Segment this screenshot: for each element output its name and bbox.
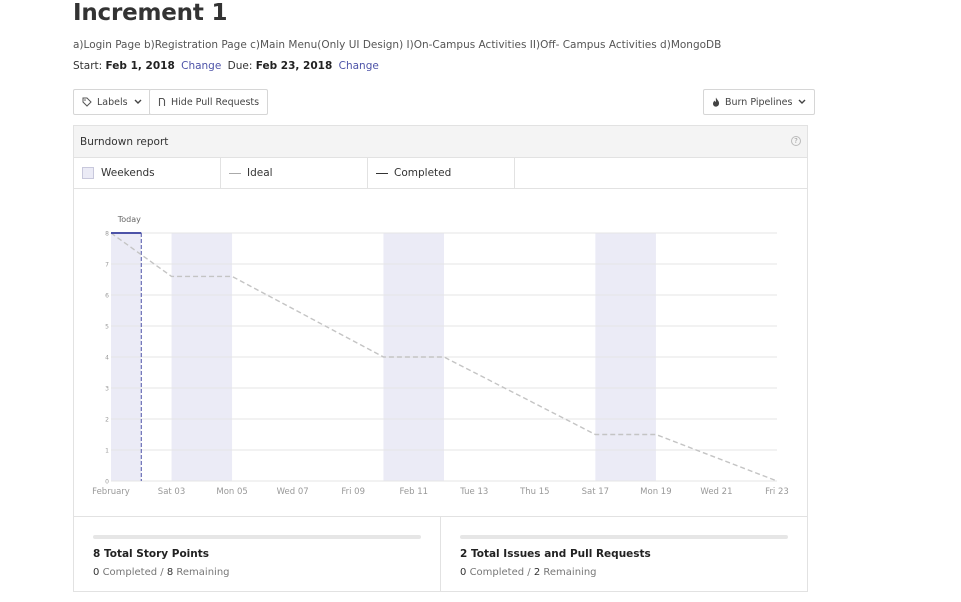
story-points-completed: 0 — [93, 567, 100, 578]
y-tick-label: 3 — [105, 386, 109, 393]
x-tick-label: Feb 11 — [399, 487, 428, 497]
summary-stats: 8 Total Story Points 0 Completed / 8 Rem… — [74, 516, 807, 591]
burndown-chart-svg: 0 1 2 3 4 5 6 7 8 February Sat 03 Mon 05 Wed 07 Fri 0… — [92, 215, 789, 497]
labels-button[interactable]: Labels — [73, 89, 151, 115]
x-tick-label: Thu 15 — [519, 487, 549, 497]
y-tick-label: 6 — [105, 293, 109, 300]
y-tick-label: 8 — [105, 231, 109, 238]
x-tick-label: Sat 03 — [158, 487, 185, 497]
issues-completed: 0 — [460, 567, 467, 578]
milestone-dates: Start: Feb 1, 2018 Change Due: Feb 23, 2… — [73, 60, 382, 72]
issues-remaining: 2 — [533, 567, 541, 578]
y-tick-label: 5 — [105, 324, 109, 331]
x-tick-label: Wed 07 — [277, 487, 309, 497]
start-label: Start: — [73, 60, 103, 72]
x-tick-label: Mon 05 — [216, 487, 247, 497]
tag-icon — [82, 97, 92, 107]
burndown-report: Burndown report ? Weekends Ideal Complet… — [73, 125, 808, 592]
report-header: Burndown report ? — [74, 126, 807, 158]
y-tick-label: 4 — [105, 355, 109, 362]
x-tick-label: Mon 19 — [640, 487, 671, 497]
y-tick-label: 0 — [105, 479, 109, 486]
x-tick-label: Sat 17 — [582, 487, 609, 497]
x-tick-label: Fri 23 — [765, 487, 789, 497]
hide-pull-requests-button[interactable]: Hide Pull Requests — [149, 89, 269, 115]
burn-pipelines-button[interactable]: Burn Pipelines — [703, 89, 816, 115]
due-date: Feb 23, 2018 — [255, 60, 333, 72]
story-points-stat: 8 Total Story Points 0 Completed / 8 Rem… — [74, 517, 440, 591]
legend-completed[interactable]: Completed — [368, 158, 515, 188]
hide-pull-requests-label: Hide Pull Requests — [171, 96, 260, 108]
x-tick-label: February — [92, 487, 130, 497]
weekend-swatch-icon — [82, 167, 94, 179]
due-label: Due: — [227, 60, 253, 72]
chart-legend: Weekends Ideal Completed — [74, 158, 807, 189]
story-points-breakdown: 0 Completed / 8 Remaining — [93, 567, 230, 578]
story-points-progress — [93, 535, 421, 539]
legend-weekends[interactable]: Weekends — [74, 158, 221, 188]
x-tick-label: Wed 21 — [700, 487, 732, 497]
legend-weekends-label: Weekends — [101, 167, 155, 179]
x-tick-label: Fri 09 — [341, 487, 365, 497]
y-tick-label: 2 — [105, 417, 109, 424]
burn-pipelines-label: Burn Pipelines — [725, 96, 793, 108]
story-points-title: 8 Total Story Points — [93, 548, 210, 560]
start-date: Feb 1, 2018 — [105, 60, 175, 72]
issues-progress — [460, 535, 788, 539]
legend-completed-label: Completed — [394, 167, 452, 179]
issues-breakdown: 0 Completed / 2 Remaining — [460, 567, 597, 578]
chevron-down-icon — [798, 99, 806, 104]
pull-request-icon — [158, 97, 166, 106]
legend-ideal[interactable]: Ideal — [221, 158, 368, 188]
help-icon[interactable]: ? — [791, 136, 801, 146]
milestone-description: a)Login Page b)Registration Page c)Main … — [73, 39, 722, 51]
issues-stat: 2 Total Issues and Pull Requests 0 Compl… — [440, 517, 807, 591]
completed-line-icon — [376, 172, 388, 174]
page-title: Increment 1 — [73, 0, 228, 26]
change-due-link[interactable]: Change — [339, 60, 379, 72]
issues-remaining-label: Remaining — [543, 567, 597, 578]
change-start-link[interactable]: Change — [181, 60, 221, 72]
report-title: Burndown report — [80, 135, 169, 148]
issues-completed-label: Completed / — [469, 567, 531, 578]
legend-ideal-label: Ideal — [247, 167, 273, 179]
story-points-completed-label: Completed / — [102, 567, 164, 578]
x-tick-label: Tue 13 — [459, 487, 488, 497]
today-label: Today — [117, 215, 141, 224]
story-points-remaining-label: Remaining — [176, 567, 230, 578]
burndown-chart: 0 1 2 3 4 5 6 7 8 February Sat 03 Mon 05 Wed 07 Fri 0… — [74, 189, 807, 516]
issues-title: 2 Total Issues and Pull Requests — [460, 548, 651, 560]
story-points-remaining: 8 — [166, 567, 174, 578]
flame-icon — [713, 97, 720, 107]
y-tick-label: 1 — [105, 448, 109, 455]
y-tick-label: 7 — [105, 262, 109, 269]
chevron-down-icon — [134, 99, 142, 104]
ideal-line-icon — [229, 172, 241, 174]
labels-button-label: Labels — [97, 96, 128, 108]
